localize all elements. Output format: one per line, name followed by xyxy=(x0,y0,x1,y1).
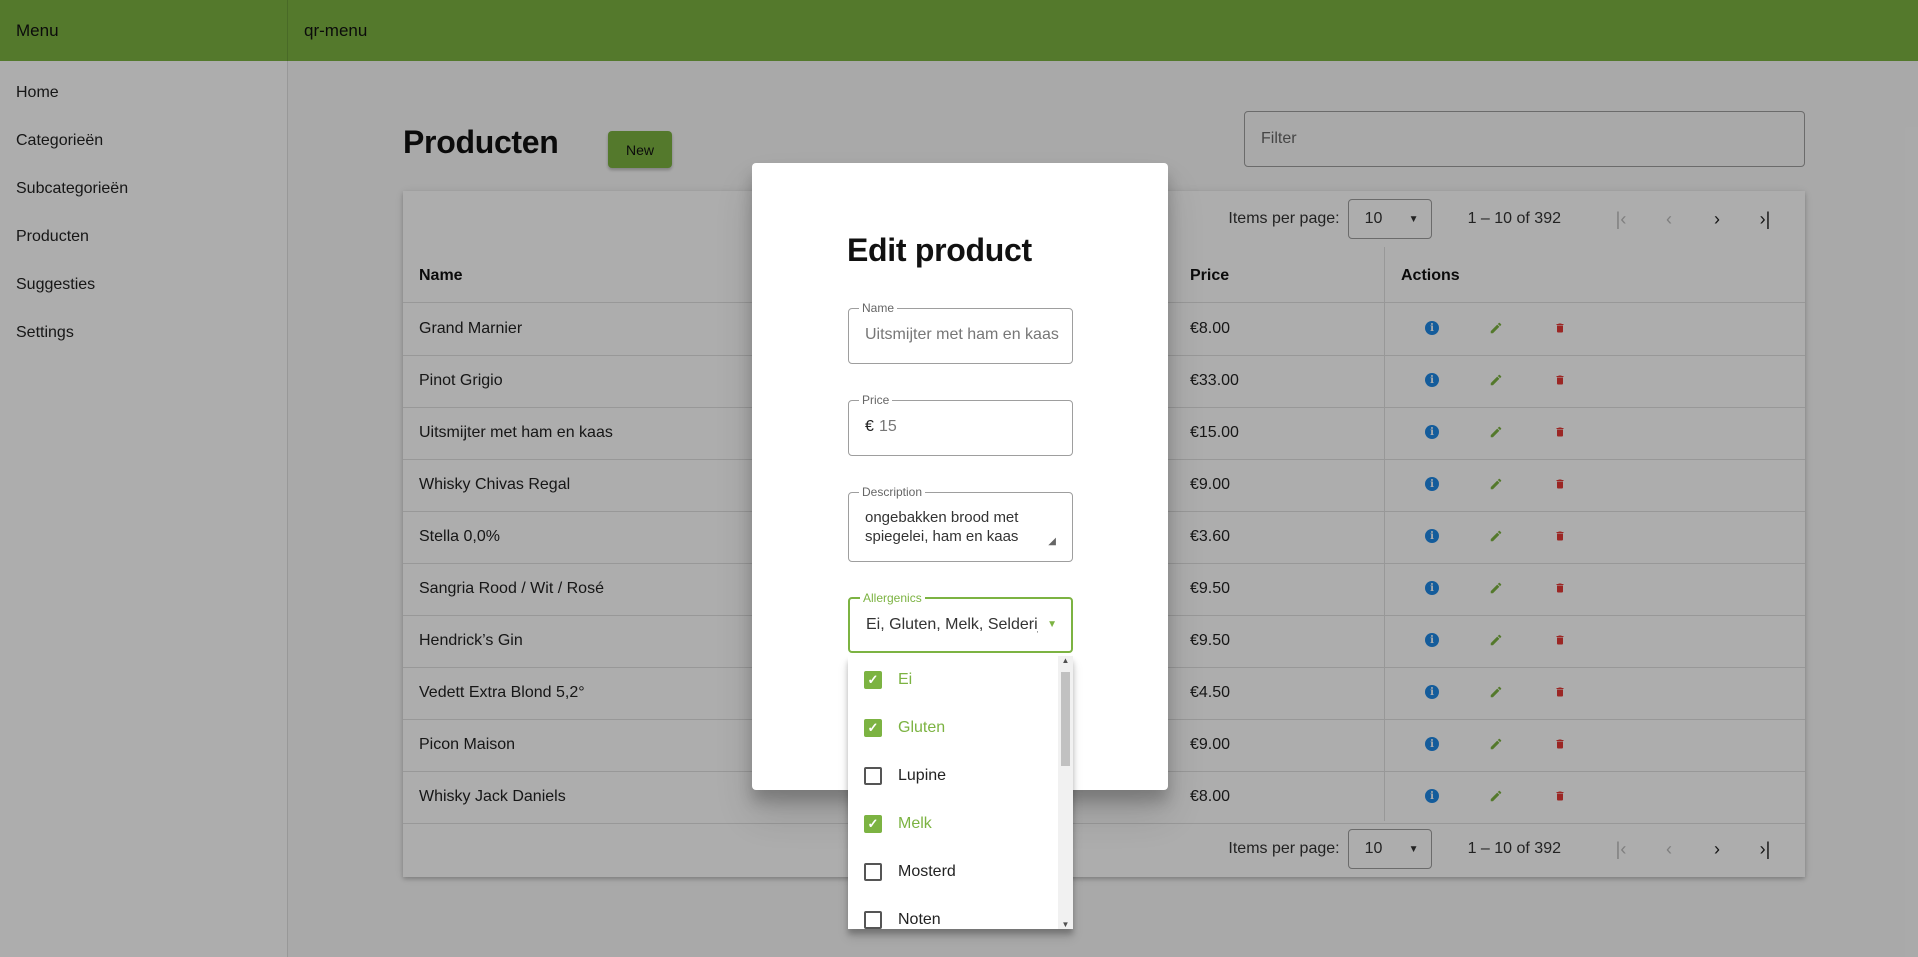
allergen-option-label: Noten xyxy=(898,911,941,928)
allergen-option-label: Melk xyxy=(898,815,932,832)
checkbox[interactable]: ✓ xyxy=(864,719,882,737)
description-field-value[interactable]: ongebakken brood met spiegelei, ham en k… xyxy=(865,508,1035,546)
name-field-value[interactable]: Uitsmijter met ham en kaas xyxy=(865,326,1060,344)
scroll-down-icon[interactable]: ▼ xyxy=(1058,920,1073,929)
price-field[interactable]: Price € 15 xyxy=(848,393,1073,456)
name-field-label: Name xyxy=(859,301,898,315)
allergen-option-label: Mosterd xyxy=(898,863,956,880)
checkbox[interactable]: ✓ xyxy=(864,815,882,833)
check-icon: ✓ xyxy=(867,672,879,687)
allergen-option[interactable]: ✓ Ei xyxy=(848,656,1058,704)
checkbox[interactable] xyxy=(864,863,882,881)
allergen-option[interactable]: Mosterd xyxy=(848,848,1058,896)
checkbox[interactable] xyxy=(864,911,882,929)
allergen-option-label: Ei xyxy=(898,671,913,688)
description-field[interactable]: Description ongebakken brood met spiegel… xyxy=(848,485,1073,562)
allergen-option[interactable]: Noten xyxy=(848,896,1058,929)
price-field-value[interactable]: 15 xyxy=(879,418,1029,436)
allergenics-dropdown-panel: ✓ Ei ✓ Gluten Lupine ✓ Melk Mosterd Noten ▲ ▼ xyxy=(848,656,1073,929)
dialog-title: Edit product xyxy=(847,232,1032,268)
allergen-option[interactable]: Lupine xyxy=(848,752,1058,800)
allergenics-field-label: Allergenics xyxy=(860,591,925,605)
check-icon: ✓ xyxy=(867,720,879,735)
scrollbar-thumb[interactable] xyxy=(1061,672,1070,766)
allergen-option-label: Gluten xyxy=(898,719,946,736)
check-icon: ✓ xyxy=(867,816,879,831)
name-field[interactable]: Name Uitsmijter met ham en kaas xyxy=(848,301,1073,364)
allergen-option[interactable]: ✓ Melk xyxy=(848,800,1058,848)
dropdown-scrollbar[interactable]: ▲ ▼ xyxy=(1058,656,1073,929)
allergenics-field-value: Ei, Gluten, Melk, Selderij xyxy=(866,616,1038,633)
scroll-up-icon[interactable]: ▲ xyxy=(1058,656,1073,665)
allergen-option-label: Lupine xyxy=(898,767,947,784)
allergenics-select[interactable]: Allergenics Ei, Gluten, Melk, Selderij ▼ xyxy=(848,591,1073,653)
price-prefix: € xyxy=(865,418,874,435)
description-field-label: Description xyxy=(859,485,926,499)
allergen-option[interactable]: ✓ Gluten xyxy=(848,704,1058,752)
dropdown-arrow-icon: ▼ xyxy=(1047,619,1057,630)
checkbox[interactable] xyxy=(864,767,882,785)
resize-handle-icon[interactable]: ◢ xyxy=(1048,536,1056,547)
price-field-label: Price xyxy=(859,393,893,407)
checkbox[interactable]: ✓ xyxy=(864,671,882,689)
